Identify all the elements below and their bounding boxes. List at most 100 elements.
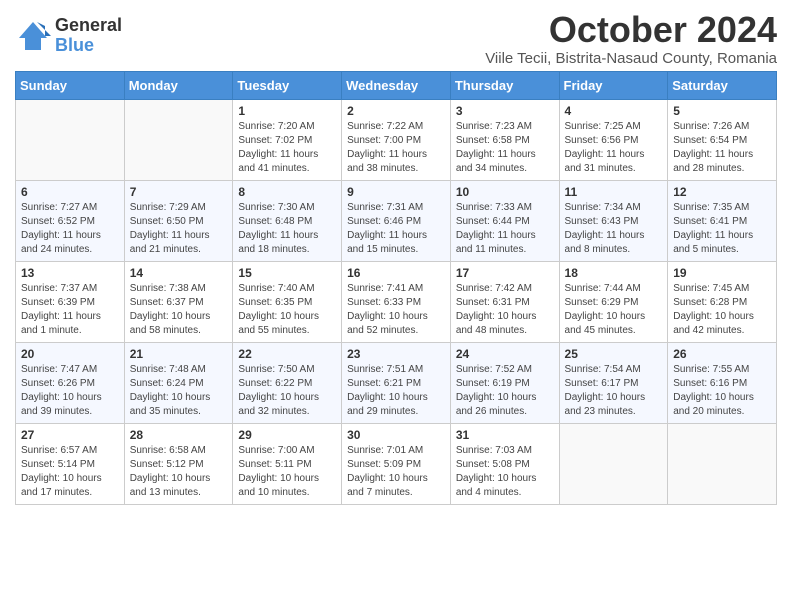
logo-text: General Blue — [55, 16, 122, 56]
calendar-cell: 11 Sunrise: 7:34 AM Sunset: 6:43 PM Dayli… — [559, 180, 668, 261]
calendar-cell: 3 Sunrise: 7:23 AM Sunset: 6:58 PM Daylig… — [450, 99, 559, 180]
logo-blue-text: Blue — [55, 36, 122, 56]
calendar-cell: 14 Sunrise: 7:38 AM Sunset: 6:37 PM Dayli… — [124, 261, 233, 342]
day-info: Sunrise: 7:33 AM Sunset: 6:44 PM Dayligh… — [456, 201, 554, 257]
title-block: October 2024 Viile Tecii, Bistrita-Nasau… — [485, 10, 777, 67]
day-info: Sunrise: 7:35 AM Sunset: 6:41 PM Dayligh… — [673, 201, 771, 257]
column-header-thursday: Thursday — [450, 71, 559, 99]
day-number: 17 — [456, 266, 554, 280]
calendar-cell: 2 Sunrise: 7:22 AM Sunset: 7:00 PM Daylig… — [342, 99, 451, 180]
calendar-cell — [559, 423, 668, 504]
day-info: Sunrise: 7:37 AM Sunset: 6:39 PM Dayligh… — [21, 282, 119, 338]
day-number: 9 — [347, 185, 445, 199]
day-number: 19 — [673, 266, 771, 280]
day-info: Sunrise: 6:57 AM Sunset: 5:14 PM Dayligh… — [21, 444, 119, 500]
day-number: 31 — [456, 428, 554, 442]
calendar-table: SundayMondayTuesdayWednesdayThursdayFrid… — [15, 71, 777, 505]
column-header-saturday: Saturday — [668, 71, 777, 99]
calendar-cell: 25Sunrise: 7:54 AM Sunset: 6:17 PM Dayli… — [559, 342, 668, 423]
calendar-cell: 1Sunrise: 7:20 AM Sunset: 7:02 PM Daylig… — [233, 99, 342, 180]
day-info: Sunrise: 7:54 AM Sunset: 6:17 PM Dayligh… — [565, 363, 663, 419]
day-info: Sunrise: 7:52 AM Sunset: 6:19 PM Dayligh… — [456, 363, 554, 419]
calendar-cell: 17 Sunrise: 7:42 AM Sunset: 6:31 PM Dayli… — [450, 261, 559, 342]
day-info: Sunrise: 7:41 AM Sunset: 6:33 PM Dayligh… — [347, 282, 445, 338]
calendar-cell: 18 Sunrise: 7:44 AM Sunset: 6:29 PM Dayli… — [559, 261, 668, 342]
calendar-week-4: 20Sunrise: 7:47 AM Sunset: 6:26 PM Dayli… — [16, 342, 777, 423]
day-info: Sunrise: 6:58 AM Sunset: 5:12 PM Dayligh… — [130, 444, 228, 500]
day-info: Sunrise: 7:23 AM Sunset: 6:58 PM Dayligh… — [456, 120, 554, 176]
header-row: SundayMondayTuesdayWednesdayThursdayFrid… — [16, 71, 777, 99]
day-number: 18 — [565, 266, 663, 280]
day-info: Sunrise: 7:40 AM Sunset: 6:35 PM Dayligh… — [238, 282, 336, 338]
page-header: General Blue October 2024 Viile Tecii, B… — [15, 10, 777, 67]
calendar-week-5: 27 Sunrise: 6:57 AM Sunset: 5:14 PM Dayli… — [16, 423, 777, 504]
day-number: 6 — [21, 185, 119, 199]
calendar-cell: 26 Sunrise: 7:55 AM Sunset: 6:16 PM Dayli… — [668, 342, 777, 423]
calendar-cell: 13 Sunrise: 7:37 AM Sunset: 6:39 PM Dayli… — [16, 261, 125, 342]
calendar-cell: 22 Sunrise: 7:50 AM Sunset: 6:22 PM Dayli… — [233, 342, 342, 423]
day-number: 16 — [347, 266, 445, 280]
day-info: Sunrise: 7:26 AM Sunset: 6:54 PM Dayligh… — [673, 120, 771, 176]
calendar-cell: 12 Sunrise: 7:35 AM Sunset: 6:41 PM Dayli… — [668, 180, 777, 261]
location-subtitle: Viile Tecii, Bistrita-Nasaud County, Rom… — [485, 50, 777, 67]
column-header-monday: Monday — [124, 71, 233, 99]
day-number: 3 — [456, 104, 554, 118]
day-info: Sunrise: 7:47 AM Sunset: 6:26 PM Dayligh… — [21, 363, 119, 419]
column-header-tuesday: Tuesday — [233, 71, 342, 99]
day-number: 27 — [21, 428, 119, 442]
day-number: 12 — [673, 185, 771, 199]
day-number: 2 — [347, 104, 445, 118]
calendar-week-2: 6 Sunrise: 7:27 AM Sunset: 6:52 PM Daylig… — [16, 180, 777, 261]
calendar-cell — [668, 423, 777, 504]
day-number: 15 — [238, 266, 336, 280]
day-info: Sunrise: 7:42 AM Sunset: 6:31 PM Dayligh… — [456, 282, 554, 338]
day-info: Sunrise: 7:45 AM Sunset: 6:28 PM Dayligh… — [673, 282, 771, 338]
day-info: Sunrise: 7:22 AM Sunset: 7:00 PM Dayligh… — [347, 120, 445, 176]
column-header-wednesday: Wednesday — [342, 71, 451, 99]
day-number: 10 — [456, 185, 554, 199]
day-info: Sunrise: 7:48 AM Sunset: 6:24 PM Dayligh… — [130, 363, 228, 419]
logo-icon — [15, 18, 51, 54]
day-info: Sunrise: 7:25 AM Sunset: 6:56 PM Dayligh… — [565, 120, 663, 176]
calendar-cell: 24Sunrise: 7:52 AM Sunset: 6:19 PM Dayli… — [450, 342, 559, 423]
calendar-week-3: 13 Sunrise: 7:37 AM Sunset: 6:39 PM Dayli… — [16, 261, 777, 342]
logo-general-text: General — [55, 16, 122, 36]
calendar-cell: 7 Sunrise: 7:29 AM Sunset: 6:50 PM Daylig… — [124, 180, 233, 261]
calendar-cell — [16, 99, 125, 180]
day-number: 30 — [347, 428, 445, 442]
day-info: Sunrise: 7:30 AM Sunset: 6:48 PM Dayligh… — [238, 201, 336, 257]
day-number: 13 — [21, 266, 119, 280]
column-header-friday: Friday — [559, 71, 668, 99]
day-info: Sunrise: 7:44 AM Sunset: 6:29 PM Dayligh… — [565, 282, 663, 338]
calendar-body: 1Sunrise: 7:20 AM Sunset: 7:02 PM Daylig… — [16, 99, 777, 504]
day-info: Sunrise: 7:03 AM Sunset: 5:08 PM Dayligh… — [456, 444, 554, 500]
calendar-header: SundayMondayTuesdayWednesdayThursdayFrid… — [16, 71, 777, 99]
calendar-cell: 6 Sunrise: 7:27 AM Sunset: 6:52 PM Daylig… — [16, 180, 125, 261]
calendar-cell: 21 Sunrise: 7:48 AM Sunset: 6:24 PM Dayli… — [124, 342, 233, 423]
day-number: 7 — [130, 185, 228, 199]
calendar-cell: 8Sunrise: 7:30 AM Sunset: 6:48 PM Daylig… — [233, 180, 342, 261]
day-info: Sunrise: 7:29 AM Sunset: 6:50 PM Dayligh… — [130, 201, 228, 257]
day-info: Sunrise: 7:38 AM Sunset: 6:37 PM Dayligh… — [130, 282, 228, 338]
calendar-cell: 5Sunrise: 7:26 AM Sunset: 6:54 PM Daylig… — [668, 99, 777, 180]
day-info: Sunrise: 7:27 AM Sunset: 6:52 PM Dayligh… — [21, 201, 119, 257]
day-info: Sunrise: 7:34 AM Sunset: 6:43 PM Dayligh… — [565, 201, 663, 257]
day-info: Sunrise: 7:01 AM Sunset: 5:09 PM Dayligh… — [347, 444, 445, 500]
calendar-cell: 19 Sunrise: 7:45 AM Sunset: 6:28 PM Dayli… — [668, 261, 777, 342]
calendar-cell: 10 Sunrise: 7:33 AM Sunset: 6:44 PM Dayli… — [450, 180, 559, 261]
day-number: 26 — [673, 347, 771, 361]
calendar-cell: 15 Sunrise: 7:40 AM Sunset: 6:35 PM Dayli… — [233, 261, 342, 342]
calendar-cell: 20Sunrise: 7:47 AM Sunset: 6:26 PM Dayli… — [16, 342, 125, 423]
day-info: Sunrise: 7:50 AM Sunset: 6:22 PM Dayligh… — [238, 363, 336, 419]
day-number: 4 — [565, 104, 663, 118]
day-number: 23 — [347, 347, 445, 361]
month-title: October 2024 — [485, 10, 777, 50]
day-info: Sunrise: 7:55 AM Sunset: 6:16 PM Dayligh… — [673, 363, 771, 419]
day-info: Sunrise: 7:20 AM Sunset: 7:02 PM Dayligh… — [238, 120, 336, 176]
day-number: 22 — [238, 347, 336, 361]
calendar-cell: 27 Sunrise: 6:57 AM Sunset: 5:14 PM Dayli… — [16, 423, 125, 504]
day-number: 14 — [130, 266, 228, 280]
day-number: 11 — [565, 185, 663, 199]
day-info: Sunrise: 7:31 AM Sunset: 6:46 PM Dayligh… — [347, 201, 445, 257]
day-number: 21 — [130, 347, 228, 361]
